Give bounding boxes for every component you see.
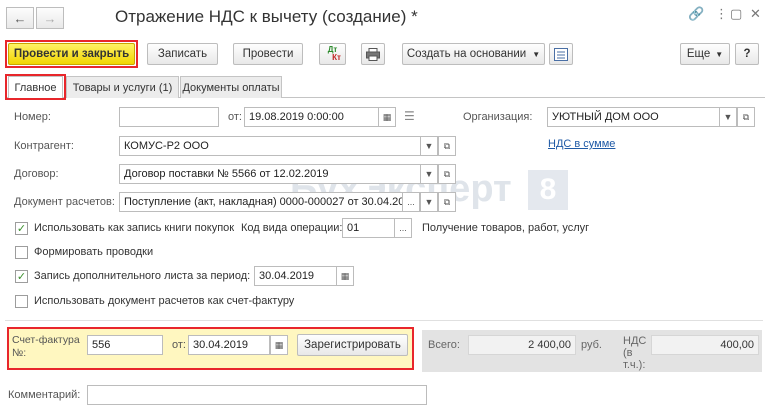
- dropdown-triangle-icon: ▼: [424, 169, 434, 179]
- dt-kt-icon-bottom: Кт: [332, 53, 341, 62]
- create-based-on-button[interactable]: Создать на основании ▼: [402, 43, 545, 65]
- settlement-dropdown-button[interactable]: ▼: [420, 192, 438, 212]
- help-button[interactable]: ?: [735, 43, 759, 65]
- maximize-icon[interactable]: ▢: [730, 6, 742, 22]
- contract-label: Договор:: [14, 168, 59, 180]
- vat-label-line2: (в: [623, 347, 633, 359]
- counterparty-open-button[interactable]: ⧉: [438, 136, 456, 156]
- invoice-date-field[interactable]: 30.04.2019: [188, 335, 270, 355]
- post-button[interactable]: Провести: [233, 43, 303, 65]
- organization-dropdown-button[interactable]: ▼: [719, 107, 737, 127]
- invoice-from-label: от:: [172, 339, 186, 351]
- section-divider: [5, 320, 763, 321]
- invoice-number-field[interactable]: 556: [87, 335, 163, 355]
- vat-label-line1: НДС: [623, 335, 647, 347]
- tab-payment-documents[interactable]: Документы оплаты: [180, 76, 282, 98]
- open-window-icon: ⧉: [443, 140, 451, 151]
- vat-value: 400,00: [651, 335, 759, 355]
- dt-kt-button[interactable]: Дт Кт: [319, 43, 346, 65]
- post-and-close-button[interactable]: Провести и закрыть: [8, 43, 135, 65]
- calendar-icon: ▦: [382, 111, 392, 122]
- organization-label: Организация:: [463, 111, 533, 123]
- dropdown-triangle-icon: ▼: [424, 197, 434, 207]
- tab-main-highlight: [5, 74, 66, 100]
- calendar-icon: ▦: [274, 339, 284, 350]
- link-icon[interactable]: 🔗: [688, 6, 704, 22]
- tab-goods-services[interactable]: Товары и услуги (1): [66, 76, 179, 98]
- invoice-label-line1: Счет-фактура: [12, 334, 80, 346]
- more-button[interactable]: Еще ▼: [680, 43, 730, 65]
- dropdown-triangle-icon: ▼: [532, 49, 541, 59]
- forward-button[interactable]: →: [36, 7, 64, 29]
- op-code-field[interactable]: 01: [342, 218, 396, 238]
- vat-label-line3: т.ч.):: [623, 359, 646, 371]
- total-value: 2 400,00: [468, 335, 576, 355]
- page-title: Отражение НДС к вычету (создание) *: [115, 7, 418, 26]
- vat-in-amount-link[interactable]: НДС в сумме: [548, 138, 615, 150]
- organization-field[interactable]: УЮТНЫЙ ДОМ ООО: [547, 107, 727, 127]
- extra-sheet-checkbox[interactable]: ✓: [15, 270, 28, 283]
- number-label: Номер:: [14, 111, 51, 123]
- save-button[interactable]: Записать: [147, 43, 218, 65]
- dropdown-triangle-icon: ▼: [715, 49, 724, 59]
- settlement-select-button[interactable]: ...: [402, 192, 420, 212]
- contract-dropdown-button[interactable]: ▼: [420, 164, 438, 184]
- postings-checkbox[interactable]: [15, 246, 28, 259]
- dropdown-triangle-icon: ▼: [723, 112, 733, 122]
- settlement-open-button[interactable]: ⧉: [438, 192, 456, 212]
- op-code-select-button[interactable]: ...: [394, 218, 412, 238]
- extra-sheet-date-field[interactable]: 30.04.2019: [254, 266, 338, 286]
- postings-label: Формировать проводки: [34, 246, 154, 258]
- use-as-invoice-label: Использовать документ расчетов как счет-…: [34, 295, 295, 307]
- open-window-icon: ⧉: [742, 111, 750, 122]
- contract-open-button[interactable]: ⧉: [438, 164, 456, 184]
- extra-sheet-label: Запись дополнительного листа за период:: [34, 270, 251, 282]
- total-label: Всего:: [428, 339, 460, 351]
- arrow-left-icon: ←: [13, 10, 27, 26]
- date-field[interactable]: 19.08.2019 0:00:00: [244, 107, 379, 127]
- op-code-label: Код вида операции:: [241, 222, 343, 234]
- counterparty-dropdown-button[interactable]: ▼: [420, 136, 438, 156]
- date-from-label: от:: [228, 111, 242, 123]
- op-code-description: Получение товаров, работ, услуг: [422, 222, 590, 234]
- dropdown-triangle-icon: ▼: [424, 141, 434, 151]
- organization-open-button[interactable]: ⧉: [737, 107, 755, 127]
- comment-field[interactable]: [87, 385, 427, 405]
- invoice-label-line2: №:: [12, 347, 27, 359]
- calendar-button[interactable]: ▦: [378, 107, 396, 127]
- counterparty-field[interactable]: КОМУС-Р2 ООО: [119, 136, 423, 156]
- more-vertical-icon[interactable]: ⋮: [715, 6, 728, 22]
- arrow-right-icon: →: [43, 10, 57, 26]
- print-button[interactable]: [361, 43, 385, 65]
- extra-sheet-calendar-button[interactable]: ▦: [336, 266, 354, 286]
- history-icon[interactable]: ☰: [404, 109, 415, 123]
- printer-icon: [366, 47, 380, 61]
- comment-label: Комментарий:: [8, 389, 81, 401]
- settlement-document-field[interactable]: Поступление (акт, накладная) 0000-000027…: [119, 192, 404, 212]
- currency-label: руб.: [581, 339, 602, 351]
- back-button[interactable]: ←: [6, 7, 34, 29]
- purchase-book-checkbox[interactable]: ✓: [15, 222, 28, 235]
- number-field[interactable]: [119, 107, 219, 127]
- open-window-icon: ⧉: [443, 196, 451, 207]
- structure-icon: [554, 47, 568, 61]
- calendar-icon: ▦: [340, 270, 350, 281]
- purchase-book-label: Использовать как запись книги покупок: [34, 222, 235, 234]
- open-window-icon: ⧉: [443, 168, 451, 179]
- settlement-document-label: Документ расчетов:: [14, 196, 115, 208]
- create-based-on-label: Создать на основании: [406, 48, 527, 60]
- close-icon[interactable]: ✕: [750, 6, 761, 22]
- structure-button[interactable]: [549, 43, 573, 65]
- contract-field[interactable]: Договор поставки № 5566 от 12.02.2019: [119, 164, 423, 184]
- register-button[interactable]: Зарегистрировать: [297, 334, 408, 356]
- invoice-calendar-button[interactable]: ▦: [270, 335, 288, 355]
- counterparty-label: Контрагент:: [14, 140, 74, 152]
- use-as-invoice-checkbox[interactable]: [15, 295, 28, 308]
- more-label: Еще: [686, 48, 711, 60]
- watermark-number: 8: [528, 170, 568, 210]
